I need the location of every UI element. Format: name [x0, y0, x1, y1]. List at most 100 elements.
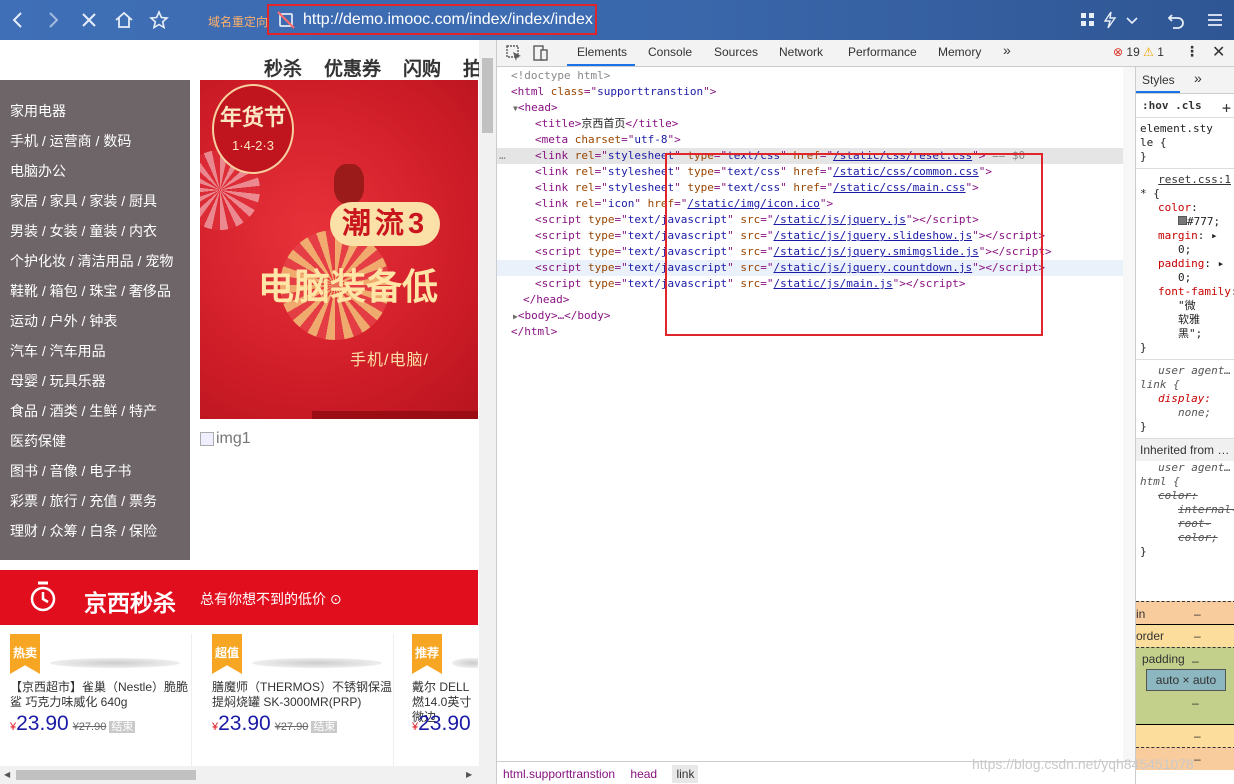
doctype-node[interactable]: <!doctype html>: [497, 68, 1135, 84]
scrollbar-thumb[interactable]: [482, 58, 493, 133]
device-toolbar-icon[interactable]: [531, 44, 549, 62]
product-name[interactable]: 【京西超市】雀巢（Nestle）脆脆鲨 巧克力味威化 640g: [10, 680, 190, 710]
content-box[interactable]: auto × auto: [1146, 669, 1226, 691]
web-page: 秒杀 优惠券 闪购 拍 家用电器 手机 / 运营商 / 数码 电脑办公 家居 /…: [0, 40, 496, 784]
tab-memory[interactable]: Memory: [938, 45, 981, 59]
product-image-placeholder: [452, 658, 478, 668]
banner-slogan-1: 潮流3: [330, 202, 441, 246]
arrow-circle-icon: ⊙: [329, 591, 342, 607]
category-item[interactable]: 理财 / 众筹 / 白条 / 保险: [0, 519, 190, 549]
html-node[interactable]: <html class="supporttranstion">: [497, 84, 1135, 100]
product-card[interactable]: 超值 膳魔师（THERMOS）不锈钢保温提焖烧罐 SK-3000MR(PRP) …: [212, 634, 392, 774]
tab-styles[interactable]: Styles: [1142, 73, 1175, 87]
category-item[interactable]: 鞋靴 / 箱包 / 珠宝 / 奢侈品: [0, 279, 190, 309]
product-tag: 热卖: [10, 634, 40, 674]
stop-icon[interactable]: [77, 8, 101, 32]
margin-label: in: [1136, 607, 1146, 621]
styles-filter-bar[interactable]: :hov .cls +: [1136, 94, 1234, 118]
tab-console[interactable]: Console: [648, 45, 692, 59]
annotation-highlight-box: [665, 153, 1043, 336]
issues-counter[interactable]: ⊗ 19 ⚠ 1: [1113, 45, 1164, 59]
category-item[interactable]: 运动 / 户外 / 钟表: [0, 309, 190, 339]
address-bar[interactable]: http://demo.imooc.com/index/index/index: [267, 4, 597, 35]
more-tabs-button[interactable]: »: [1194, 70, 1202, 86]
scroll-left-icon[interactable]: ◀: [4, 770, 10, 779]
category-item[interactable]: 手机 / 运营商 / 数码: [0, 129, 190, 159]
category-item[interactable]: 家用电器: [0, 99, 190, 129]
seckill-subtitle[interactable]: 总有你想不到的低价 ⊙: [200, 589, 342, 609]
tab-sources[interactable]: Sources: [714, 45, 758, 59]
product-name[interactable]: 膳魔师（THERMOS）不锈钢保温提焖烧罐 SK-3000MR(PRP): [212, 680, 392, 710]
product-price: ¥23.90: [412, 712, 471, 735]
product-card[interactable]: 推荐 戴尔 DELL燃14.0英寸微边 ¥23.90: [412, 634, 478, 774]
undo-icon[interactable]: [1164, 8, 1188, 32]
breadcrumb-link[interactable]: link: [672, 765, 699, 783]
back-icon[interactable]: [6, 8, 30, 32]
seckill-header: 京西秒杀 总有你想不到的低价 ⊙: [0, 570, 478, 625]
category-item[interactable]: 个护化妆 / 清洁用品 / 宠物: [0, 249, 190, 279]
product-price: ¥23.90 ¥27.90 结束: [212, 712, 338, 735]
meta-node[interactable]: <meta charset="utf-8">: [497, 132, 1135, 148]
scrollbar-thumb[interactable]: [16, 770, 196, 780]
image-alt-text: img1: [216, 430, 251, 447]
nav-seckill[interactable]: 秒杀: [264, 54, 302, 81]
insecure-page-icon[interactable]: [277, 10, 295, 29]
add-rule-icon[interactable]: +: [1222, 99, 1231, 117]
rule-source-link[interactable]: reset.css:1: [1136, 173, 1234, 187]
lightning-icon[interactable]: [1098, 8, 1122, 32]
tab-performance[interactable]: Performance: [848, 45, 917, 59]
styles-tab-bar: Styles »: [1136, 67, 1234, 94]
reset-css-rule[interactable]: reset.css:1 * { color: #777; margin: ▸ 0…: [1136, 168, 1234, 355]
tab-elements[interactable]: Elements: [577, 45, 627, 59]
kebab-menu-icon[interactable]: ⋮: [1185, 43, 1199, 60]
category-item[interactable]: 彩票 / 旅行 / 充值 / 票务: [0, 489, 190, 519]
home-icon[interactable]: [112, 8, 136, 32]
category-item[interactable]: 医药保健: [0, 429, 190, 459]
element-style-rule[interactable]: element.sty le { }: [1136, 118, 1234, 164]
menu-icon[interactable]: [1203, 8, 1227, 32]
head-node[interactable]: ▼<head>: [497, 100, 1135, 116]
inherited-from-label: Inherited from …: [1136, 438, 1234, 461]
url-text[interactable]: http://demo.imooc.com/index/index/index: [303, 11, 593, 29]
star-icon[interactable]: [147, 8, 171, 32]
category-item[interactable]: 汽车 / 汽车用品: [0, 339, 190, 369]
title-node[interactable]: <title>京西首页</title>: [497, 116, 1135, 132]
nav-coupons[interactable]: 优惠券: [324, 54, 381, 81]
lantern-decoration: [334, 164, 364, 204]
close-icon[interactable]: ✕: [1212, 42, 1225, 62]
page-horizontal-scrollbar[interactable]: ◀ ▶: [0, 766, 479, 784]
scroll-right-icon[interactable]: ▶: [466, 770, 472, 779]
tab-network[interactable]: Network: [779, 45, 823, 59]
category-item[interactable]: 男装 / 女装 / 童装 / 内衣: [0, 219, 190, 249]
user-agent-rule[interactable]: user agent… link { display: none; }: [1136, 359, 1234, 434]
inspect-element-icon[interactable]: [505, 44, 523, 62]
breadcrumb-html[interactable]: html.supporttranstion: [503, 767, 615, 781]
color-swatch[interactable]: [1178, 216, 1187, 225]
more-tabs-button[interactable]: »: [1003, 42, 1011, 58]
banner-slogan-2: 电脑装备低: [258, 266, 439, 307]
forward-icon[interactable]: [41, 8, 65, 32]
styles-pane: Styles » :hov .cls + element.sty le { } …: [1135, 67, 1234, 784]
page-vertical-scrollbar[interactable]: [479, 40, 496, 784]
browser-toolbar: 域名重定向 http://demo.imooc.com/index/index/…: [0, 0, 1234, 40]
divider: [393, 634, 394, 774]
promo-nav: 秒杀 优惠券 闪购 拍: [264, 54, 482, 81]
category-item[interactable]: 图书 / 音像 / 电子书: [0, 459, 190, 489]
hov-cls-toggle[interactable]: :hov .cls: [1142, 99, 1202, 112]
nav-flash-sale[interactable]: 闪购: [403, 54, 441, 81]
category-item[interactable]: 母婴 / 玩具乐器: [0, 369, 190, 399]
product-image-placeholder: [50, 658, 180, 668]
chevron-down-icon[interactable]: [1120, 8, 1144, 32]
banner-strip: [312, 411, 478, 419]
elements-scrollbar[interactable]: [1123, 67, 1135, 761]
product-price: ¥23.90 ¥27.90 结束: [10, 712, 136, 735]
devtools-panel: Elements Console Sources Network Perform…: [496, 40, 1234, 784]
product-card[interactable]: 热卖 【京西超市】雀巢（Nestle）脆脆鲨 巧克力味威化 640g ¥23.9…: [10, 634, 190, 774]
user-agent-html-rule[interactable]: user agent… html { color: internal-root-…: [1136, 461, 1234, 559]
grid-icon[interactable]: [1076, 8, 1100, 32]
promo-banner[interactable]: 年货节 1·4-2·3 潮流3 电脑装备低 手机/电脑/: [200, 80, 478, 419]
category-item[interactable]: 家居 / 家具 / 家装 / 厨具: [0, 189, 190, 219]
category-item[interactable]: 食品 / 酒类 / 生鲜 / 特产: [0, 399, 190, 429]
breadcrumb-head[interactable]: head: [630, 767, 657, 781]
category-item[interactable]: 电脑办公: [0, 159, 190, 189]
